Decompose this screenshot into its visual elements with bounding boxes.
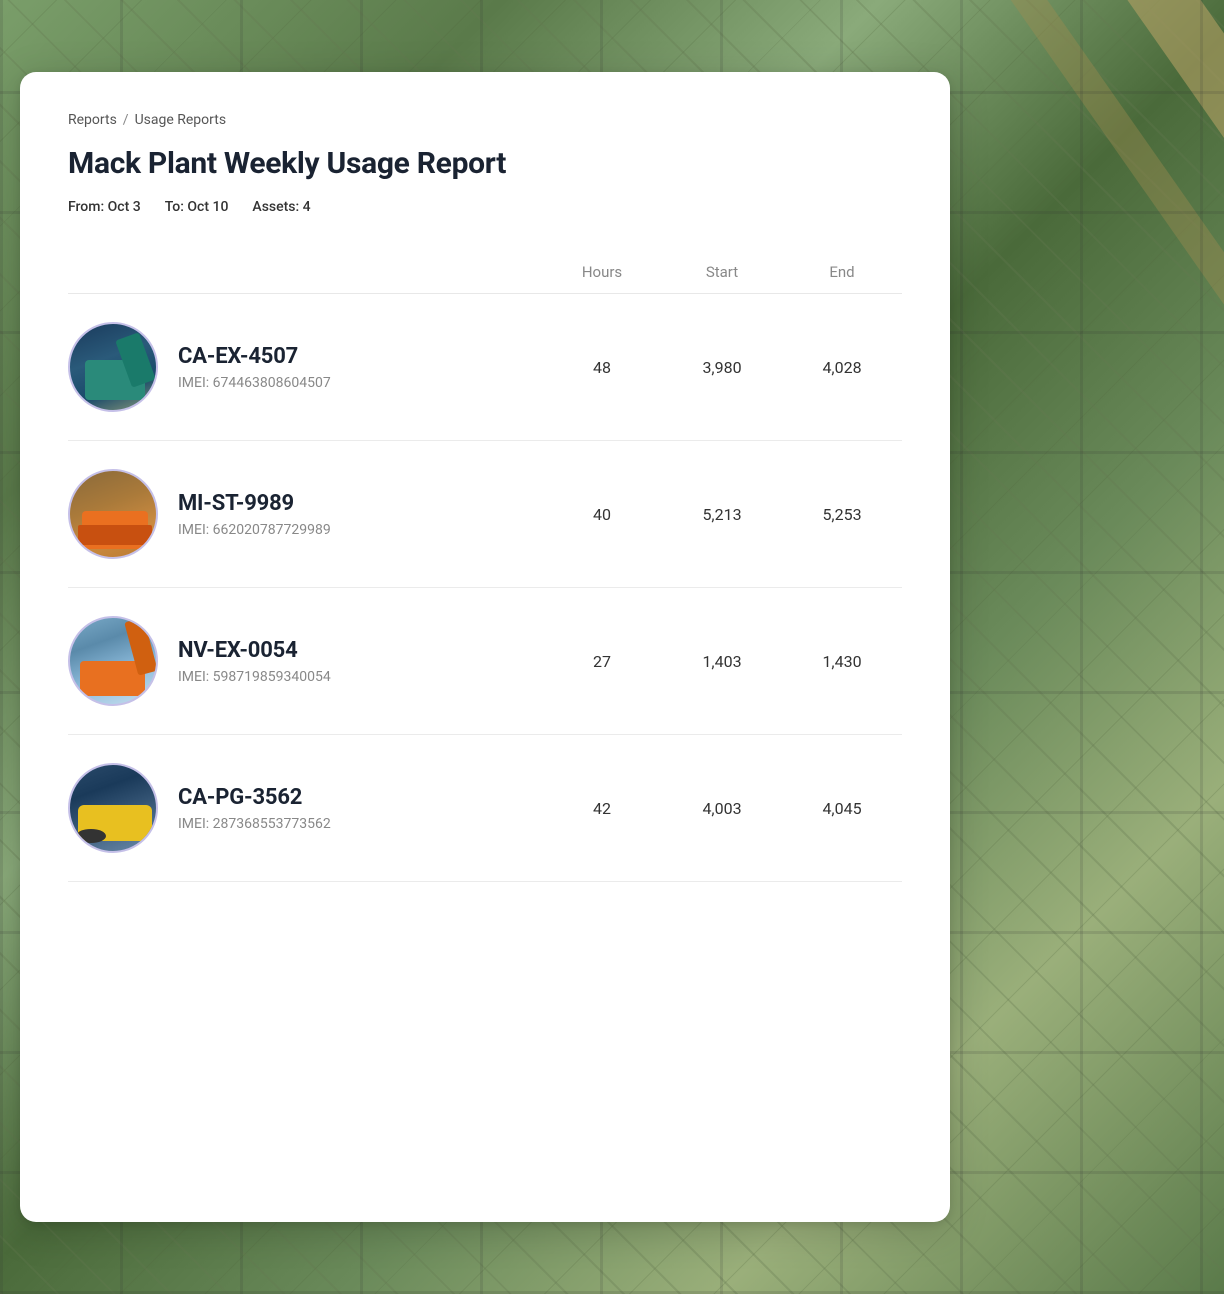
map-road-2 (947, 0, 1224, 1294)
col-header-end: End (782, 263, 902, 281)
asset-text: MI-ST-9989 IMEI: 662020787729989 (178, 491, 331, 538)
asset-hours: 40 (542, 505, 662, 524)
col-header-asset (68, 263, 542, 281)
asset-start: 1,403 (662, 652, 782, 671)
col-header-start: Start (662, 263, 782, 281)
asset-end: 5,253 (782, 505, 902, 524)
asset-imei: IMEI: 598719859340054 (178, 669, 331, 685)
asset-text: NV-EX-0054 IMEI: 598719859340054 (178, 638, 331, 685)
asset-id: MI-ST-9989 (178, 491, 331, 516)
asset-id: CA-EX-4507 (178, 344, 331, 369)
assets-list: CA-EX-4507 IMEI: 674463808604507 48 3,98… (68, 294, 902, 882)
asset-start: 5,213 (662, 505, 782, 524)
breadcrumb-separator: / (123, 112, 129, 128)
table-row: MI-ST-9989 IMEI: 662020787729989 40 5,21… (68, 441, 902, 588)
table-row: NV-EX-0054 IMEI: 598719859340054 27 1,40… (68, 588, 902, 735)
report-card: Reports / Usage Reports Mack Plant Weekl… (20, 72, 950, 1222)
report-title: Mack Plant Weekly Usage Report (68, 146, 902, 181)
breadcrumb: Reports / Usage Reports (68, 112, 902, 128)
asset-end: 4,045 (782, 799, 902, 818)
report-meta: From: Oct 3 To: Oct 10 Assets: 4 (68, 199, 902, 215)
table-row: CA-PG-3562 IMEI: 287368553773562 42 4,00… (68, 735, 902, 882)
asset-avatar (68, 322, 158, 412)
table-row: CA-EX-4507 IMEI: 674463808604507 48 3,98… (68, 294, 902, 441)
breadcrumb-reports-link[interactable]: Reports (68, 112, 117, 128)
asset-id: NV-EX-0054 (178, 638, 331, 663)
meta-to: To: Oct 10 (165, 199, 229, 215)
table-header: Hours Start End (68, 251, 902, 294)
asset-end: 1,430 (782, 652, 902, 671)
asset-hours: 42 (542, 799, 662, 818)
map-road-1 (1069, 0, 1224, 1294)
asset-info: CA-PG-3562 IMEI: 287368553773562 (68, 763, 542, 853)
asset-text: CA-PG-3562 IMEI: 287368553773562 (178, 785, 331, 832)
asset-info: MI-ST-9989 IMEI: 662020787729989 (68, 469, 542, 559)
asset-avatar (68, 469, 158, 559)
asset-id: CA-PG-3562 (178, 785, 331, 810)
breadcrumb-usage-reports: Usage Reports (135, 112, 226, 128)
meta-from: From: Oct 3 (68, 199, 141, 215)
asset-imei: IMEI: 662020787729989 (178, 522, 331, 538)
asset-imei: IMEI: 287368553773562 (178, 816, 331, 832)
asset-text: CA-EX-4507 IMEI: 674463808604507 (178, 344, 331, 391)
asset-info: NV-EX-0054 IMEI: 598719859340054 (68, 616, 542, 706)
asset-hours: 27 (542, 652, 662, 671)
asset-info: CA-EX-4507 IMEI: 674463808604507 (68, 322, 542, 412)
asset-start: 3,980 (662, 358, 782, 377)
asset-imei: IMEI: 674463808604507 (178, 375, 331, 391)
col-header-hours: Hours (542, 263, 662, 281)
asset-avatar (68, 616, 158, 706)
asset-end: 4,028 (782, 358, 902, 377)
asset-avatar (68, 763, 158, 853)
asset-hours: 48 (542, 358, 662, 377)
meta-assets: Assets: 4 (252, 199, 310, 215)
asset-start: 4,003 (662, 799, 782, 818)
